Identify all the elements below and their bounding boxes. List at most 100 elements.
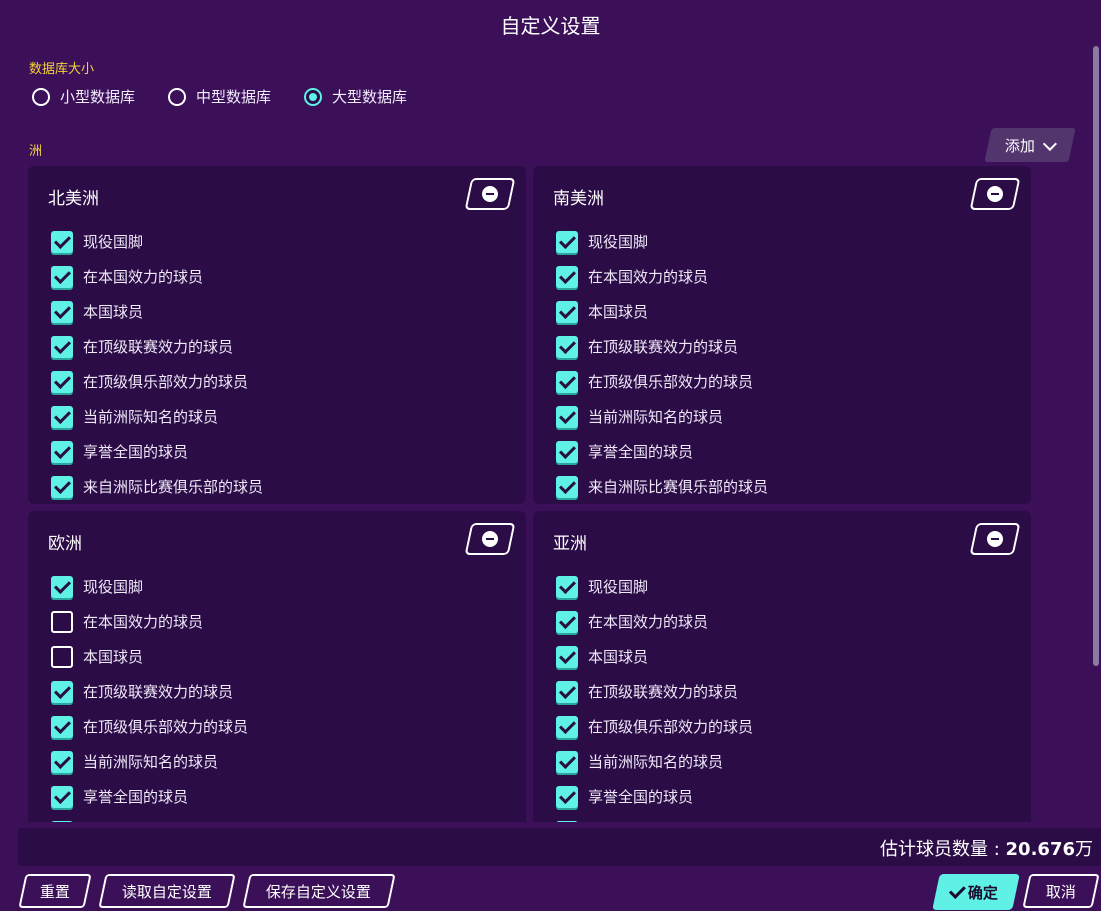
- checkbox-row[interactable]: 享誉全国的球员: [51, 779, 263, 814]
- checkbox-row[interactable]: 本国球员: [556, 294, 768, 329]
- checkbox-row[interactable]: 享誉全国的球员: [556, 434, 768, 469]
- save-settings-button[interactable]: 保存自定义设置: [242, 874, 396, 908]
- checkbox-checked-icon[interactable]: [51, 300, 73, 323]
- checkbox-checked-icon[interactable]: [556, 750, 578, 773]
- checkbox-checked-icon[interactable]: [556, 475, 578, 498]
- scrollbar-thumb[interactable]: [1093, 46, 1099, 666]
- checkbox-row[interactable]: 现役国脚: [556, 569, 768, 604]
- checkbox-row[interactable]: 在顶级联赛效力的球员: [51, 674, 263, 709]
- checkbox-label: 现役国脚: [588, 578, 649, 596]
- checkbox-row[interactable]: 在顶级俱乐部效力的球员: [556, 364, 768, 399]
- checkbox-row[interactable]: 在本国效力的球员: [556, 604, 768, 639]
- remove-continent-button[interactable]: [969, 523, 1021, 555]
- checkbox-checked-icon[interactable]: [556, 265, 578, 288]
- load-settings-button[interactable]: 读取自定设置: [98, 874, 236, 908]
- checkbox-row[interactable]: 当前洲际知名的球员: [556, 399, 768, 434]
- add-continent-dropdown[interactable]: 添加: [984, 128, 1076, 162]
- checkbox-row[interactable]: 来自洲际比赛俱乐部的球员: [556, 814, 768, 822]
- checkbox-row[interactable]: 当前洲际知名的球员: [556, 744, 768, 779]
- radio-circle-selected-icon: [304, 87, 323, 106]
- checkbox-row[interactable]: 在本国效力的球员: [51, 604, 263, 639]
- checkbox-checked-icon[interactable]: [51, 265, 73, 288]
- checkbox-label: 在顶级俱乐部效力的球员: [588, 718, 754, 736]
- checkbox-checked-icon[interactable]: [51, 475, 73, 498]
- checkbox-checked-icon[interactable]: [556, 440, 578, 463]
- reset-button[interactable]: 重置: [18, 874, 92, 908]
- checkbox-row[interactable]: 享誉全国的球员: [51, 434, 263, 469]
- checkbox-row[interactable]: 来自洲际比赛俱乐部的球员: [556, 469, 768, 504]
- checkbox-row[interactable]: 在顶级俱乐部效力的球员: [556, 709, 768, 744]
- checkbox-label: 在顶级联赛效力的球员: [588, 683, 739, 701]
- checkbox-label: 当前洲际知名的球员: [83, 408, 219, 426]
- checkbox-label: 当前洲际知名的球员: [588, 753, 724, 771]
- checkbox-checked-icon[interactable]: [51, 335, 73, 358]
- checkbox-label: 在顶级俱乐部效力的球员: [83, 373, 249, 391]
- checkbox-checked-icon[interactable]: [556, 610, 578, 633]
- checkbox-row[interactable]: 来自洲际比赛俱乐部的球员: [51, 814, 263, 822]
- checkbox-row[interactable]: 本国球员: [51, 294, 263, 329]
- checkbox-row[interactable]: 现役国脚: [51, 569, 263, 604]
- dialog-title: 自定义设置: [500, 14, 601, 38]
- checkbox-row[interactable]: 当前洲际知名的球员: [51, 744, 263, 779]
- remove-continent-button[interactable]: [464, 178, 516, 210]
- confirm-button[interactable]: 确定: [932, 874, 1020, 910]
- checkbox-checked-icon[interactable]: [51, 715, 73, 738]
- checkbox-checked-icon[interactable]: [51, 680, 73, 703]
- checkbox-label: 当前洲际知名的球员: [588, 408, 724, 426]
- checkbox-checked-icon[interactable]: [556, 335, 578, 358]
- checkbox-checked-icon[interactable]: [51, 750, 73, 773]
- remove-continent-button[interactable]: [464, 523, 516, 555]
- checkbox-label: 享誉全国的球员: [83, 788, 189, 806]
- checkbox-empty-icon[interactable]: [51, 645, 73, 668]
- checkbox-checked-icon[interactable]: [51, 370, 73, 393]
- checkbox-row[interactable]: 本国球员: [51, 639, 263, 674]
- checkbox-checked-icon[interactable]: [556, 405, 578, 428]
- checkbox-checked-icon[interactable]: [51, 440, 73, 463]
- checkbox-row[interactable]: 现役国脚: [51, 224, 263, 259]
- estimate-value: 20.676: [1005, 839, 1075, 860]
- remove-continent-button[interactable]: [969, 178, 1021, 210]
- checkbox-label: 在本国效力的球员: [83, 268, 204, 286]
- checkbox-label: 在顶级联赛效力的球员: [83, 683, 234, 701]
- cancel-button[interactable]: 取消: [1022, 874, 1100, 908]
- checkbox-checked-icon[interactable]: [51, 405, 73, 428]
- continent-card: 北美洲 现役国脚 在本国效力的球员 本国球员 在顶级联赛效力的球员 在顶级俱乐部效力的球…: [28, 166, 526, 504]
- checkbox-row[interactable]: 享誉全国的球员: [556, 779, 768, 814]
- scrollbar[interactable]: [1093, 44, 1099, 824]
- custom-settings-dialog: 自定义设置 数据库大小 小型数据库 中型数据库 大型数据库 洲 添加 北美洲 现…: [0, 0, 1101, 911]
- continents-label: 洲: [29, 144, 43, 159]
- checkbox-row[interactable]: 在顶级俱乐部效力的球员: [51, 364, 263, 399]
- checkbox-checked-icon[interactable]: [51, 575, 73, 598]
- checkbox-label: 本国球员: [83, 303, 144, 321]
- checkbox-checked-icon[interactable]: [51, 230, 73, 253]
- checkbox-row[interactable]: 当前洲际知名的球员: [51, 399, 263, 434]
- checkbox-checked-icon[interactable]: [556, 230, 578, 253]
- checkbox-label: 来自洲际比赛俱乐部的球员: [83, 821, 263, 822]
- checkbox-checked-icon[interactable]: [51, 820, 73, 822]
- checkbox-checked-icon[interactable]: [556, 680, 578, 703]
- checkbox-row[interactable]: 在本国效力的球员: [51, 259, 263, 294]
- card-title: 欧洲: [48, 534, 82, 554]
- checkbox-checked-icon[interactable]: [51, 785, 73, 808]
- checkbox-row[interactable]: 来自洲际比赛俱乐部的球员: [51, 469, 263, 504]
- checkbox-checked-icon[interactable]: [556, 785, 578, 808]
- checkbox-row[interactable]: 在顶级联赛效力的球员: [556, 329, 768, 364]
- radio-large-db[interactable]: 大型数据库: [304, 86, 407, 107]
- checkbox-row[interactable]: 在本国效力的球员: [556, 259, 768, 294]
- checkbox-checked-icon[interactable]: [556, 575, 578, 598]
- checkbox-checked-icon[interactable]: [556, 645, 578, 668]
- checkbox-label: 在顶级俱乐部效力的球员: [83, 718, 249, 736]
- radio-small-db[interactable]: 小型数据库: [32, 86, 135, 107]
- checkbox-empty-icon[interactable]: [51, 610, 73, 633]
- checkbox-row[interactable]: 在顶级俱乐部效力的球员: [51, 709, 263, 744]
- checkbox-checked-icon[interactable]: [556, 300, 578, 323]
- checkbox-row[interactable]: 在顶级联赛效力的球员: [51, 329, 263, 364]
- checkbox-checked-icon[interactable]: [556, 370, 578, 393]
- checkbox-row[interactable]: 本国球员: [556, 639, 768, 674]
- checkbox-label: 现役国脚: [588, 233, 649, 251]
- checkbox-checked-icon[interactable]: [556, 820, 578, 822]
- radio-medium-db[interactable]: 中型数据库: [168, 86, 271, 107]
- checkbox-checked-icon[interactable]: [556, 715, 578, 738]
- checkbox-row[interactable]: 现役国脚: [556, 224, 768, 259]
- checkbox-row[interactable]: 在顶级联赛效力的球员: [556, 674, 768, 709]
